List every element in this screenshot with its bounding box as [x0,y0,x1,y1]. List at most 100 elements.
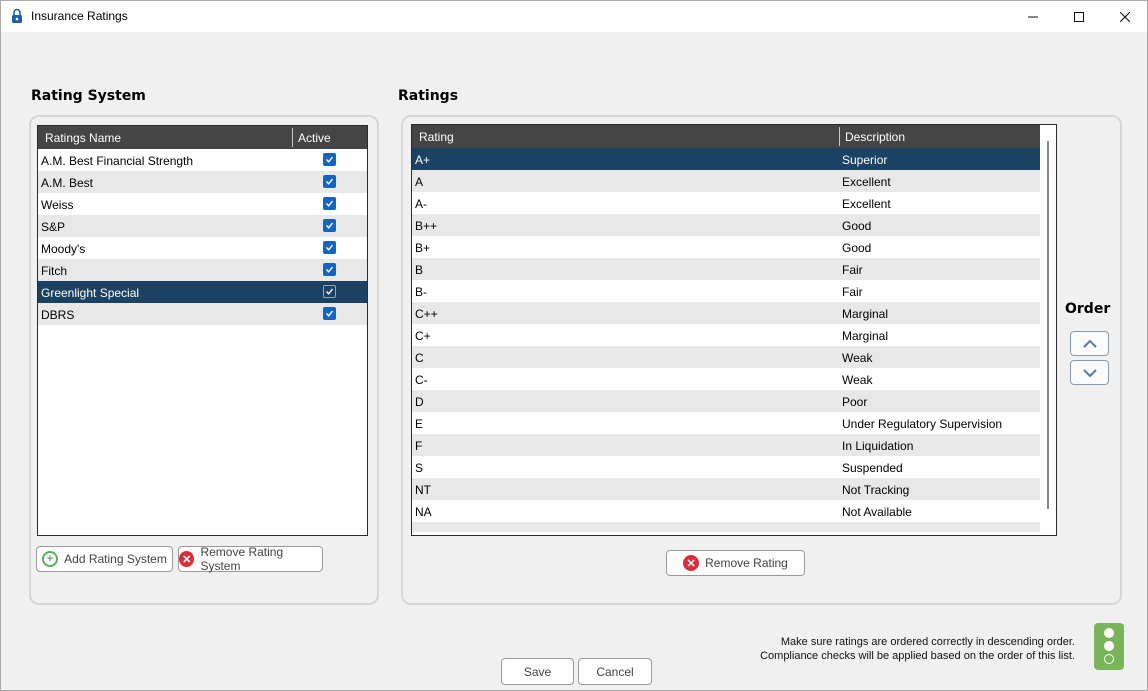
checkmark-icon [325,178,334,185]
description-cell: Excellent [842,197,891,211]
chevron-down-icon [1082,368,1097,377]
add-rating-system-label: Add Rating System [64,552,167,566]
table-row[interactable]: Greenlight Special [38,281,367,303]
description-cell: Under Regulatory Supervision [842,417,1003,431]
table-row[interactable]: C+ Marginal [412,324,1040,346]
app-lock-icon [12,8,22,23]
checkmark-icon [325,266,334,273]
column-header-description[interactable]: Description [839,125,905,148]
column-header-ratings-name[interactable]: Ratings Name [39,126,121,149]
active-checkbox[interactable] [323,241,336,254]
scrollbar-thumb[interactable] [1047,141,1049,509]
minimize-button[interactable] [1010,1,1056,32]
table-row[interactable]: B+ Good [412,236,1040,258]
table-row[interactable]: C- Weak [412,368,1040,390]
rating-system-name-cell: Weiss [41,198,74,212]
save-label: Save [523,664,552,679]
checkmark-icon [325,310,334,317]
description-cell: Not Tracking [842,483,910,497]
remove-rating-label: Remove Rating [705,556,788,570]
table-row[interactable]: B++ Good [412,214,1040,236]
traffic-light-middle-dot [1104,641,1114,651]
rating-cell: NT [415,483,431,497]
table-row[interactable]: Weiss [38,193,367,215]
table-row[interactable]: DBRS [38,303,367,325]
rating-system-name-cell: Fitch [41,264,68,278]
active-checkbox[interactable] [323,219,336,232]
remove-circle-icon: ✕ [683,555,700,571]
column-header-active[interactable]: Active [292,126,331,149]
add-rating-system-button[interactable]: + Add Rating System [36,546,173,572]
table-row[interactable]: A.M. Best Financial Strength [38,149,367,171]
description-cell: Weak [842,351,873,365]
active-checkbox[interactable] [323,307,336,320]
table-row[interactable]: D Poor [412,390,1040,412]
checkmark-icon [325,222,334,229]
column-header-rating[interactable]: Rating [413,125,454,148]
move-up-button[interactable] [1070,331,1109,356]
description-cell: Not Available [842,505,912,519]
table-row[interactable]: NT Not Tracking [412,478,1040,500]
table-row[interactable]: S&P [38,215,367,237]
description-cell: Good [842,241,872,255]
close-button[interactable] [1102,1,1148,32]
title-bar: Insurance Ratings [1,1,1147,32]
table-row[interactable]: A- Excellent [412,192,1040,214]
table-row[interactable]: Fitch [38,259,367,281]
checkmark-icon [325,156,334,163]
rating-cell: C- [415,373,428,387]
rating-cell: B+ [415,241,431,255]
description-cell: Fair [842,285,863,299]
rating-system-grid[interactable]: Ratings Name Active A.M. Best Financial … [37,125,368,536]
description-cell: Superior [842,153,888,167]
table-row[interactable]: A+ Superior [412,148,1040,170]
rating-system-name-cell: S&P [41,220,66,234]
table-row[interactable]: S Suspended [412,456,1040,478]
active-checkbox[interactable] [323,285,336,298]
rating-cell: C+ [415,329,431,343]
rating-cell: C++ [415,307,438,321]
table-row[interactable]: A Excellent [412,170,1040,192]
remove-rating-system-button[interactable]: ✕ Remove Rating System [178,545,323,573]
table-row[interactable]: C++ Marginal [412,302,1040,324]
rating-cell: B [415,263,424,277]
compliance-traffic-light-icon [1094,623,1124,670]
ratings-scrollbar[interactable] [1040,125,1056,535]
description-cell: In Liquidation [842,439,914,453]
active-checkbox[interactable] [323,263,336,276]
table-row[interactable]: F In Liquidation [412,434,1040,456]
description-cell: Good [842,219,872,233]
checkmark-icon [325,200,334,207]
table-row[interactable]: Moody's [38,237,367,259]
remove-rating-button[interactable]: ✕ Remove Rating [666,550,805,576]
close-icon [1120,11,1130,22]
active-checkbox[interactable] [323,197,336,210]
description-cell: Fair [842,263,863,277]
table-row[interactable]: E Under Regulatory Supervision [412,412,1040,434]
active-checkbox[interactable] [323,175,336,188]
move-down-button[interactable] [1070,360,1109,385]
maximize-button[interactable] [1056,1,1102,32]
rating-system-name-cell: Greenlight Special [41,286,140,300]
cancel-button[interactable]: Cancel [578,658,652,685]
window-title: Insurance Ratings [31,9,128,23]
minimize-icon [1028,16,1038,17]
save-button[interactable]: Save [501,658,574,685]
rating-system-name-cell: Moody's [41,242,86,256]
table-row[interactable]: B- Fair [412,280,1040,302]
ratings-grid[interactable]: Rating Description A+ Superior A Excellent A… [411,124,1057,536]
rating-system-grid-header: Ratings Name Active [38,126,367,149]
checkmark-icon [325,288,334,295]
add-circle-icon: + [42,551,59,567]
description-cell: Marginal [842,307,889,321]
rating-cell: C [415,351,424,365]
table-row[interactable]: NA Not Available [412,500,1040,522]
insurance-ratings-window: Insurance Ratings Rating System Ratings … [0,0,1148,691]
active-checkbox[interactable] [323,153,336,166]
table-row[interactable]: C Weak [412,346,1040,368]
table-row[interactable]: A.M. Best [38,171,367,193]
rating-cell: E [415,417,424,431]
table-row[interactable]: B Fair [412,258,1040,280]
traffic-light-bottom-dot [1104,654,1114,664]
rating-cell: B- [415,285,427,299]
